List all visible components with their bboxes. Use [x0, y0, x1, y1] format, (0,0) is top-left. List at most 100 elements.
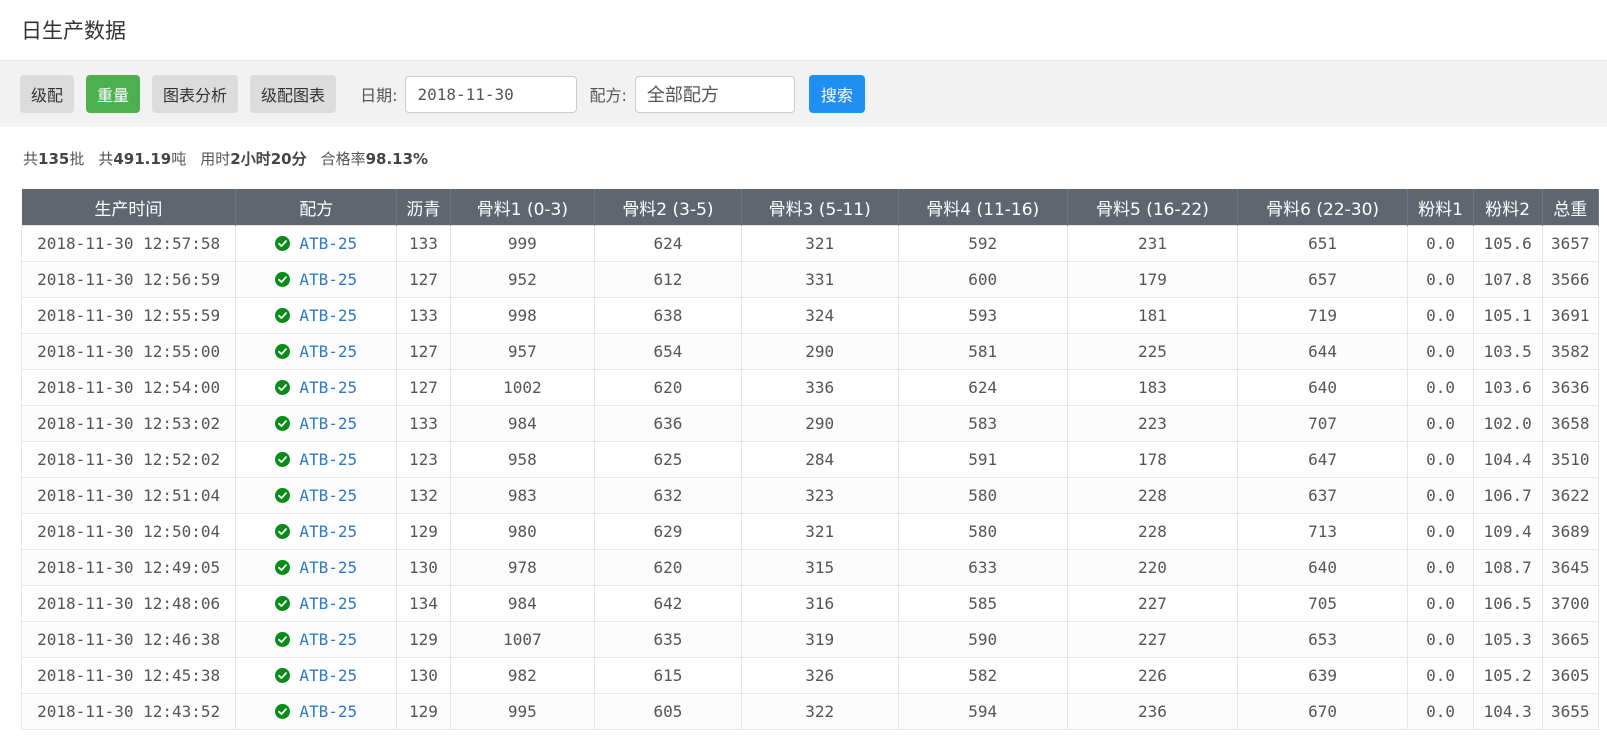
recipe-cell[interactable]: ATB-25: [235, 585, 398, 622]
table-cell: 103.5: [1472, 333, 1543, 370]
check-circle-icon: [275, 488, 291, 503]
table-cell: 103.6: [1472, 369, 1543, 406]
recipe-cell-content: ATB-25: [236, 270, 396, 289]
recipe-cell[interactable]: ATB-25: [235, 513, 398, 550]
column-header[interactable]: 骨料1 (0-3): [450, 189, 596, 226]
table-cell: 225: [1066, 333, 1239, 370]
column-header[interactable]: 沥青: [396, 189, 451, 226]
table-cell: 719: [1237, 297, 1409, 334]
table-row: 2018-11-30 12:45:38 ATB-25 130 982 615 326 582…: [20, 657, 1600, 694]
table-cell: 3658: [1541, 405, 1600, 442]
recipe-link[interactable]: ATB-25: [299, 630, 357, 649]
production-table: 生产时间 配方 沥青 骨料1 (0-3) 骨料2 (3-5) 骨料3 (5-11) 骨料4 …: [20, 189, 1600, 730]
recipe-link[interactable]: ATB-25: [299, 486, 357, 505]
table-cell: 637: [1237, 477, 1409, 514]
table-header: 生产时间 配方 沥青 骨料1 (0-3) 骨料2 (3-5) 骨料3 (5-11) 骨料4 …: [21, 189, 1600, 226]
recipe-cell[interactable]: ATB-25: [235, 621, 398, 658]
table-cell: 105.2: [1472, 657, 1543, 694]
table-cell: 0.0: [1407, 405, 1474, 442]
table-cell: 600: [897, 261, 1068, 298]
recipe-link[interactable]: ATB-25: [299, 234, 357, 253]
column-header[interactable]: 骨料6 (22-30): [1237, 189, 1409, 226]
recipe-link[interactable]: ATB-25: [299, 450, 357, 469]
table-cell: 583: [897, 405, 1068, 442]
table-cell: 632: [594, 477, 742, 514]
recipe-cell-content: ATB-25: [236, 306, 396, 325]
recipe-cell-content: ATB-25: [236, 558, 396, 577]
grading-chart-button[interactable]: 级配图表: [250, 75, 337, 113]
table-cell: 134: [396, 585, 451, 622]
column-header[interactable]: 骨料5 (16-22): [1067, 189, 1239, 226]
recipe-link[interactable]: ATB-25: [299, 378, 357, 397]
recipe-cell[interactable]: ATB-25: [235, 369, 398, 406]
table-cell: 127: [396, 261, 451, 298]
table-cell: 3622: [1541, 477, 1600, 514]
recipe-link[interactable]: ATB-25: [299, 414, 357, 433]
table-row: 2018-11-30 12:54:00 ATB-25 127 1002 620 336 62…: [20, 369, 1600, 406]
recipe-link[interactable]: ATB-25: [299, 702, 357, 721]
search-button[interactable]: 搜索: [808, 75, 865, 113]
recipe-link[interactable]: ATB-25: [299, 666, 357, 685]
table-cell: 181: [1066, 297, 1239, 334]
table-row: 2018-11-30 12:55:00 ATB-25 127 957 654 290 581…: [20, 333, 1600, 370]
table-cell: 612: [594, 261, 742, 298]
recipe-cell[interactable]: ATB-25: [235, 477, 398, 514]
grading-button[interactable]: 级配: [20, 75, 75, 113]
recipe-link[interactable]: ATB-25: [299, 522, 357, 541]
column-header[interactable]: 粉料2: [1473, 189, 1543, 226]
table-cell: 952: [449, 261, 596, 298]
table-cell: 322: [740, 693, 899, 730]
column-header[interactable]: 总重: [1542, 189, 1600, 226]
recipe-link[interactable]: ATB-25: [299, 558, 357, 577]
table-cell: 0.0: [1407, 297, 1474, 334]
table-cell: 108.7: [1472, 549, 1543, 586]
recipe-select[interactable]: 全部配方: [634, 75, 795, 113]
column-header[interactable]: 骨料3 (5-11): [741, 189, 899, 226]
toolbar: 级配 重量 图表分析 级配图表 日期: 2018-11-30 配方: 全部配方 …: [0, 60, 1607, 127]
table-row: 2018-11-30 12:43:52 ATB-25 129 995 605 322 594…: [20, 693, 1600, 730]
column-header[interactable]: 生产时间: [21, 189, 237, 226]
table-cell: 615: [594, 657, 742, 694]
column-header[interactable]: 骨料4 (11-16): [898, 189, 1068, 226]
table-cell: 647: [1237, 441, 1409, 478]
table-cell: 226: [1066, 657, 1239, 694]
column-header[interactable]: 配方: [235, 189, 398, 226]
check-circle-icon: [275, 380, 291, 395]
table-cell: 982: [449, 657, 596, 694]
recipe-cell[interactable]: ATB-25: [235, 261, 398, 298]
table-cell: 580: [897, 477, 1068, 514]
total-tons: 共491.19吨: [98, 149, 187, 168]
date-label: 日期:: [360, 86, 398, 105]
recipe-label: 配方:: [589, 86, 627, 105]
date-input[interactable]: 2018-11-30: [405, 75, 578, 113]
elapsed-time: 用时2小时20分: [200, 149, 307, 168]
recipe-link[interactable]: ATB-25: [299, 594, 357, 613]
column-header[interactable]: 骨料2 (3-5): [594, 189, 742, 226]
recipe-cell[interactable]: ATB-25: [235, 297, 398, 334]
recipe-cell[interactable]: ATB-25: [235, 405, 398, 442]
table-cell: 958: [449, 441, 596, 478]
recipe-cell[interactable]: ATB-25: [235, 225, 398, 262]
table-cell: 624: [897, 369, 1068, 406]
recipe-link[interactable]: ATB-25: [299, 342, 357, 361]
table-cell: 580: [897, 513, 1068, 550]
recipe-cell[interactable]: ATB-25: [235, 441, 398, 478]
table-cell: 998: [449, 297, 596, 334]
table-cell: 129: [396, 621, 451, 658]
check-circle-icon: [275, 452, 291, 467]
recipe-cell[interactable]: ATB-25: [235, 333, 398, 370]
recipe-cell[interactable]: ATB-25: [235, 657, 398, 694]
recipe-link[interactable]: ATB-25: [299, 270, 357, 289]
table-cell: 0.0: [1407, 513, 1474, 550]
table-cell: 2018-11-30 12:43:52: [20, 693, 237, 730]
table-cell: 670: [1237, 693, 1409, 730]
recipe-cell[interactable]: ATB-25: [235, 549, 398, 586]
weight-button[interactable]: 重量: [86, 75, 141, 113]
chart-analysis-button[interactable]: 图表分析: [152, 75, 239, 113]
recipe-cell[interactable]: ATB-25: [235, 693, 398, 730]
table-cell: 705: [1237, 585, 1409, 622]
column-header[interactable]: 粉料1: [1407, 189, 1474, 226]
table-cell: 3691: [1541, 297, 1600, 334]
table-cell: 633: [897, 549, 1068, 586]
recipe-link[interactable]: ATB-25: [299, 306, 357, 325]
